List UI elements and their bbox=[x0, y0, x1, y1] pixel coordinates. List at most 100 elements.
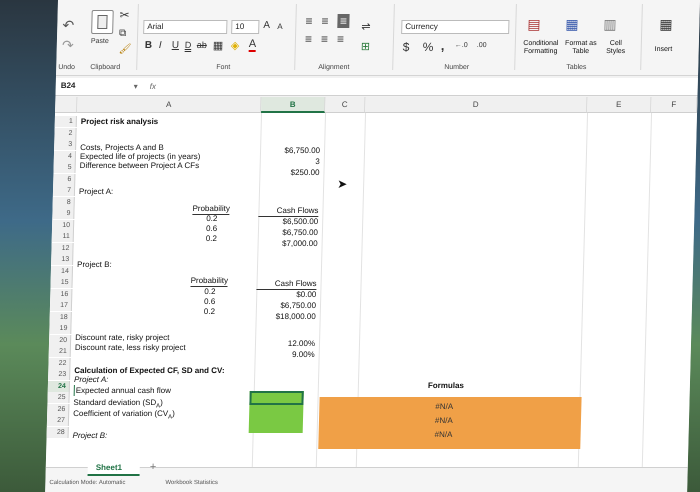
format-as-table-button[interactable]: Format as Table bbox=[563, 40, 599, 56]
undo-icon[interactable]: ↶ bbox=[61, 17, 75, 33]
currency-button[interactable]: $ bbox=[403, 40, 410, 54]
select-all-corner[interactable] bbox=[55, 97, 78, 113]
fx-icon[interactable]: fx bbox=[150, 81, 157, 92]
column-header-c[interactable]: C bbox=[325, 97, 366, 113]
row-header-25[interactable]: 25 bbox=[47, 392, 70, 403]
name-box[interactable]: B24 bbox=[58, 80, 140, 94]
bold-button[interactable]: B bbox=[145, 40, 153, 51]
row-header-13[interactable]: 13 bbox=[51, 254, 74, 265]
merge-center-icon[interactable]: ⊞ bbox=[361, 40, 371, 53]
row-header-4[interactable]: 4 bbox=[53, 150, 77, 162]
cell-b20[interactable]: 9.00% bbox=[255, 349, 315, 360]
column-header-f[interactable]: F bbox=[651, 97, 698, 113]
cell-b10[interactable]: $6,750.00 bbox=[258, 227, 318, 238]
align-middle-icon[interactable]: ≡ bbox=[321, 14, 328, 28]
row-header-26[interactable]: 26 bbox=[47, 403, 70, 415]
cell-b3[interactable]: $6,750.00 bbox=[260, 145, 320, 156]
cell-a28[interactable]: Project B: bbox=[72, 430, 107, 441]
row-header-6[interactable]: 6 bbox=[53, 173, 76, 185]
comma-button[interactable]: , bbox=[441, 38, 445, 53]
cell-d26[interactable]: #N/A bbox=[434, 429, 453, 440]
row-header-12[interactable]: 12 bbox=[51, 242, 74, 254]
font-color-icon[interactable]: A bbox=[248, 38, 257, 52]
column-header-d[interactable]: D bbox=[365, 97, 588, 113]
row-header-11[interactable]: 11 bbox=[51, 231, 74, 242]
cell-a7[interactable]: Project A: bbox=[79, 186, 114, 197]
align-top-icon[interactable]: ≡ bbox=[305, 14, 312, 28]
insert-cells-icon[interactable]: ▦ bbox=[659, 16, 673, 33]
conditional-formatting-button[interactable]: Conditional Formatting bbox=[521, 40, 561, 56]
align-center-icon[interactable]: ≡ bbox=[321, 32, 328, 46]
cell-b9[interactable]: $6,500.00 bbox=[258, 216, 318, 227]
column-header-b[interactable]: B bbox=[261, 97, 326, 113]
double-underline-icon[interactable]: D bbox=[185, 40, 192, 50]
decrease-decimal-button[interactable]: .00 bbox=[477, 42, 487, 49]
row-header-8[interactable]: 8 bbox=[52, 196, 75, 208]
cell-b5[interactable]: $250.00 bbox=[259, 167, 319, 178]
cell-b16[interactable]: $6,750.00 bbox=[256, 300, 316, 311]
redo-icon[interactable]: ↷ bbox=[61, 37, 75, 53]
cell-a26[interactable]: Coefficient of variation (CVA) bbox=[73, 408, 175, 424]
format-painter-icon[interactable]: 🖌 bbox=[119, 44, 132, 55]
cell-b19[interactable]: 12.00% bbox=[255, 338, 315, 349]
cell-a13[interactable]: Project B: bbox=[77, 259, 112, 270]
cell-a20[interactable]: Discount rate, less risky project bbox=[75, 342, 186, 353]
row-header-19[interactable]: 19 bbox=[49, 323, 72, 334]
cut-icon[interactable]: ✂ bbox=[119, 8, 129, 22]
increase-decimal-button[interactable]: ←.0 bbox=[455, 42, 468, 49]
row-header-28[interactable]: 28 bbox=[46, 426, 69, 438]
cell-d24[interactable]: #N/A bbox=[435, 401, 453, 412]
fill-color-icon[interactable]: ◈ bbox=[231, 39, 240, 52]
cell-b4[interactable]: 3 bbox=[260, 156, 320, 167]
paste-button[interactable] bbox=[91, 10, 114, 34]
row-header-10[interactable]: 10 bbox=[51, 219, 75, 231]
cell-a24[interactable]: Expected annual cash flow bbox=[73, 385, 172, 396]
cell-a11[interactable]: 0.2 bbox=[206, 233, 217, 244]
copy-icon[interactable]: ⧉ bbox=[119, 28, 126, 39]
conditional-formatting-icon[interactable]: ▤ bbox=[527, 16, 541, 33]
cell-a5[interactable]: Difference between Project A CFs bbox=[80, 160, 200, 171]
insert-button[interactable]: Insert bbox=[655, 44, 673, 55]
borders-icon[interactable]: ▦ bbox=[213, 39, 224, 52]
row-header-7[interactable]: 7 bbox=[52, 185, 76, 196]
row-header-15[interactable]: 15 bbox=[50, 277, 73, 288]
align-left-icon[interactable]: ≡ bbox=[305, 32, 312, 46]
align-bottom-icon[interactable]: ≡ bbox=[337, 14, 350, 28]
cell-styles-button[interactable]: Cell Styles bbox=[603, 40, 629, 56]
paste-label[interactable]: Paste bbox=[91, 38, 109, 45]
cell-a23[interactable]: Project A: bbox=[74, 374, 109, 385]
row-header-17[interactable]: 17 bbox=[49, 300, 73, 311]
add-sheet-button[interactable]: + bbox=[150, 461, 157, 473]
format-as-table-icon[interactable]: ▦ bbox=[565, 16, 579, 33]
cell-styles-icon[interactable]: ▥ bbox=[603, 16, 617, 33]
row-header-23[interactable]: 23 bbox=[48, 369, 71, 380]
row-header-27[interactable]: 27 bbox=[46, 415, 70, 426]
row-header-3[interactable]: 3 bbox=[54, 139, 77, 150]
font-name-box[interactable]: Arial bbox=[143, 20, 228, 34]
row-header-1[interactable]: 1 bbox=[54, 116, 77, 127]
column-header-e[interactable]: E bbox=[587, 97, 652, 113]
cell-b11[interactable]: $7,000.00 bbox=[257, 238, 318, 249]
sheet-tab-sheet1[interactable]: Sheet1 bbox=[87, 460, 140, 476]
underline-button[interactable]: U bbox=[172, 40, 180, 51]
strikethrough-icon[interactable]: ab bbox=[197, 40, 207, 50]
formula-input[interactable] bbox=[167, 80, 694, 94]
row-header-24[interactable]: 24 bbox=[47, 380, 71, 392]
row-header-18[interactable]: 18 bbox=[49, 311, 72, 323]
cell-a17[interactable]: 0.2 bbox=[204, 306, 215, 317]
column-header-a[interactable]: A bbox=[77, 97, 262, 113]
active-cell-b24[interactable] bbox=[249, 391, 304, 405]
row-header-16[interactable]: 16 bbox=[50, 288, 73, 300]
row-header-5[interactable]: 5 bbox=[53, 162, 76, 173]
row-header-22[interactable]: 22 bbox=[48, 357, 71, 369]
row-header-21[interactable]: 21 bbox=[48, 346, 71, 357]
align-right-icon[interactable]: ≡ bbox=[337, 32, 344, 46]
cell-b17[interactable]: $18,000.00 bbox=[256, 311, 316, 322]
shrink-font-button[interactable]: A bbox=[277, 22, 283, 31]
italic-button[interactable]: I bbox=[159, 40, 162, 51]
percent-button[interactable]: % bbox=[423, 40, 434, 54]
chevron-down-icon[interactable]: ▾ bbox=[134, 81, 138, 92]
font-size-box[interactable]: 10 bbox=[231, 20, 260, 34]
row-header-14[interactable]: 14 bbox=[50, 265, 74, 277]
number-format-dropdown[interactable]: Currency bbox=[401, 20, 510, 34]
